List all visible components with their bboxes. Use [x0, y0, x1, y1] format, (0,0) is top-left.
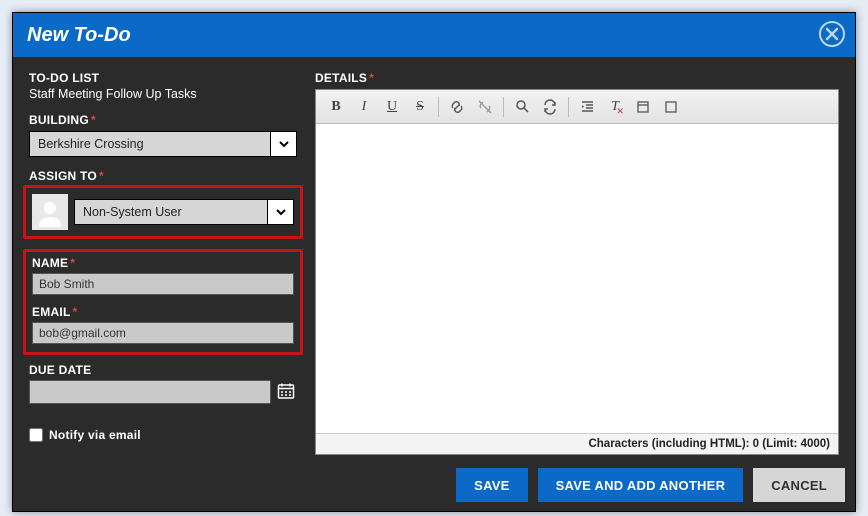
- cancel-button[interactable]: CANCEL: [753, 468, 845, 502]
- avatar: [32, 194, 68, 230]
- toolbar-separator: [503, 97, 504, 117]
- name-email-highlight: NAME* EMAIL*: [23, 249, 303, 355]
- strike-button[interactable]: S: [406, 95, 434, 119]
- bold-button[interactable]: B: [322, 95, 350, 119]
- name-input[interactable]: [32, 273, 294, 295]
- calendar-button[interactable]: [275, 380, 297, 402]
- close-icon: [817, 19, 847, 49]
- chevron-down-icon: [275, 206, 287, 218]
- details-editor: B I U S: [315, 89, 839, 455]
- assign-to-highlight: Non-System User: [23, 185, 303, 239]
- assign-to-select[interactable]: Non-System User: [74, 199, 294, 225]
- email-label: EMAIL: [32, 305, 71, 319]
- required-asterisk: *: [367, 71, 374, 85]
- right-column: DETAILS* B I U S: [315, 71, 839, 455]
- close-button[interactable]: [817, 19, 847, 49]
- search-icon: [515, 99, 530, 114]
- modal-body: TO-DO LIST Staff Meeting Follow Up Tasks…: [13, 57, 855, 459]
- link-icon: [449, 99, 465, 115]
- todo-list-field: TO-DO LIST Staff Meeting Follow Up Tasks: [29, 71, 297, 101]
- link-button[interactable]: [443, 95, 471, 119]
- toolbar-separator: [568, 97, 569, 117]
- required-asterisk: *: [68, 256, 75, 270]
- maximize-icon: [664, 100, 678, 114]
- notify-checkbox[interactable]: [29, 428, 43, 442]
- save-button[interactable]: SAVE: [456, 468, 527, 502]
- due-date-input[interactable]: [29, 380, 271, 404]
- building-label: BUILDING: [29, 113, 89, 127]
- source-button[interactable]: [629, 95, 657, 119]
- italic-button[interactable]: I: [350, 95, 378, 119]
- new-todo-modal: New To-Do TO-DO LIST Staff Meeting Follo…: [12, 12, 856, 512]
- indent-button[interactable]: [573, 95, 601, 119]
- underline-icon: U: [387, 99, 397, 115]
- bold-icon: B: [331, 99, 340, 115]
- editor-textarea[interactable]: [316, 124, 838, 433]
- left-column: TO-DO LIST Staff Meeting Follow Up Tasks…: [29, 71, 297, 455]
- todo-list-value: Staff Meeting Follow Up Tasks: [29, 87, 297, 101]
- due-date-field: DUE DATE: [29, 363, 297, 404]
- assign-to-row: Non-System User: [32, 194, 294, 230]
- notify-row: Notify via email: [29, 428, 297, 442]
- name-label: NAME: [32, 256, 68, 270]
- building-select[interactable]: Berkshire Crossing: [29, 131, 297, 157]
- unlink-icon: [477, 99, 493, 115]
- modal-title: New To-Do: [27, 24, 131, 47]
- toolbar-separator: [438, 97, 439, 117]
- name-field: NAME*: [32, 256, 294, 295]
- underline-button[interactable]: U: [378, 95, 406, 119]
- building-field: BUILDING* Berkshire Crossing: [29, 113, 297, 157]
- modal-footer: SAVE SAVE AND ADD ANOTHER CANCEL: [13, 459, 855, 511]
- building-select-toggle[interactable]: [270, 132, 296, 156]
- details-label: DETAILS: [315, 71, 367, 85]
- building-select-value: Berkshire Crossing: [30, 132, 270, 156]
- replace-icon: [542, 99, 558, 115]
- find-button[interactable]: [508, 95, 536, 119]
- chevron-down-icon: [278, 138, 290, 150]
- required-asterisk: *: [89, 113, 96, 127]
- character-count: Characters (including HTML): 0 (Limit: 4…: [316, 433, 838, 454]
- person-icon: [35, 197, 65, 227]
- assign-to-select-value: Non-System User: [75, 200, 267, 224]
- modal-header: New To-Do: [13, 13, 855, 57]
- replace-button[interactable]: [536, 95, 564, 119]
- clear-format-button[interactable]: T✕: [601, 95, 629, 119]
- clear-format-icon: T✕: [611, 99, 619, 115]
- required-asterisk: *: [71, 305, 78, 319]
- calendar-icon: [277, 382, 295, 400]
- email-field: EMAIL*: [32, 305, 294, 344]
- assign-to-select-toggle[interactable]: [267, 200, 293, 224]
- required-asterisk: *: [97, 169, 104, 183]
- notify-label: Notify via email: [49, 428, 141, 442]
- email-input[interactable]: [32, 322, 294, 344]
- source-icon: [636, 100, 650, 114]
- todo-list-label: TO-DO LIST: [29, 71, 297, 85]
- indent-icon: [580, 99, 595, 114]
- maximize-button[interactable]: [657, 95, 685, 119]
- unlink-button[interactable]: [471, 95, 499, 119]
- editor-toolbar: B I U S: [316, 90, 838, 124]
- due-date-label: DUE DATE: [29, 363, 297, 377]
- strikethrough-icon: S: [416, 99, 424, 115]
- italic-icon: I: [362, 99, 367, 115]
- assign-to-label: ASSIGN TO: [29, 169, 97, 183]
- save-add-another-button[interactable]: SAVE AND ADD ANOTHER: [538, 468, 744, 502]
